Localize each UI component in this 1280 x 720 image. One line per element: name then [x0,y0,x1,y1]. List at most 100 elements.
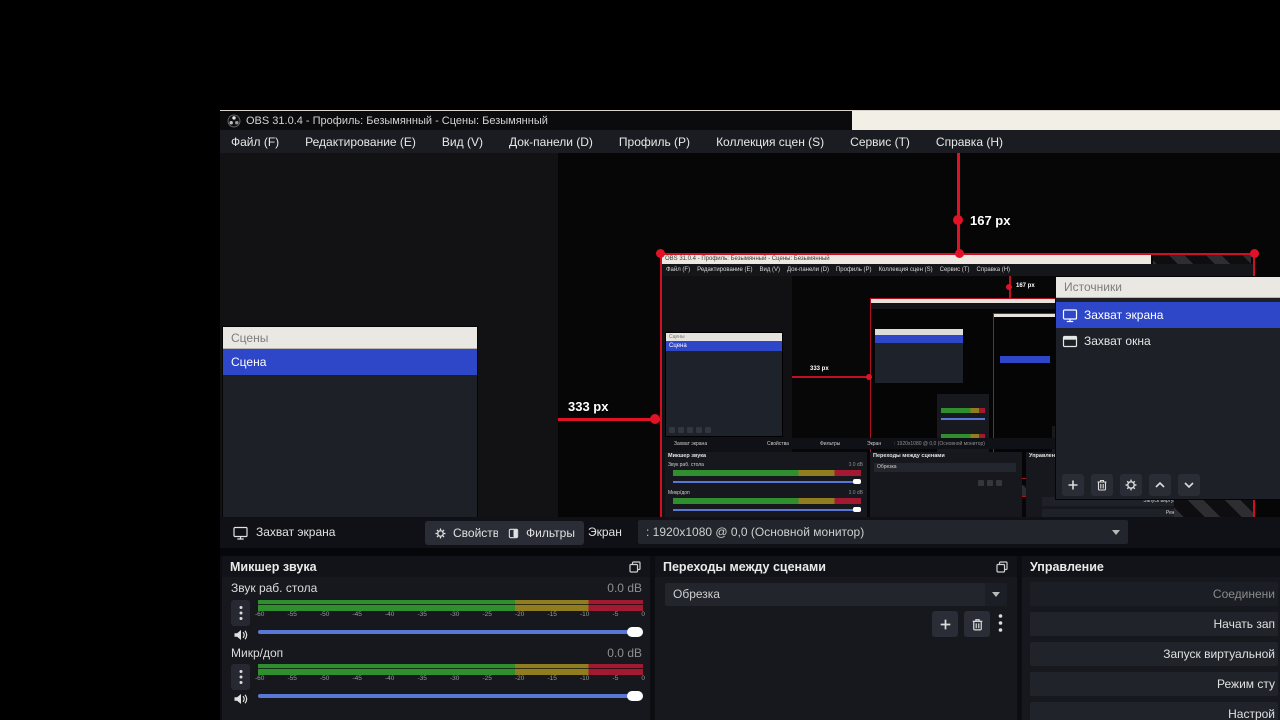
recursive-icon [987,480,993,486]
volume-slider[interactable] [258,630,643,634]
popout-dock-icon[interactable] [628,560,642,574]
screen-select-value: : 1920x1080 @ 0,0 (Основной монитор) [646,525,865,539]
selection-handle[interactable] [1250,249,1259,258]
window-icon [1062,334,1078,349]
add-source-button[interactable] [1062,474,1084,496]
mixer-dock-title: Микшер звука [230,559,317,574]
remove-transition-button[interactable] [964,611,990,637]
add-transition-button[interactable] [932,611,958,637]
transitions-dock-header[interactable]: Переходы между сценами [655,556,1017,577]
channel-menu-button[interactable] [231,600,250,626]
db-tick-label: -20 [515,675,525,682]
screen-select-dropdown[interactable]: : 1920x1080 @ 0,0 (Основной монитор) [638,520,1128,544]
selection-handle[interactable] [656,249,665,258]
recursive-mixer-header: Микшер звука [668,453,707,459]
filters-label: Фильтры [526,526,575,540]
controls-dock-header[interactable]: Управление [1022,556,1280,577]
start-recording-button[interactable]: Начать зап [1030,612,1278,636]
menu-view[interactable]: Вид (V) [442,135,483,149]
volume-slider[interactable] [258,694,643,698]
sources-toolbar [1056,470,1280,500]
move-source-up-button[interactable] [1149,474,1171,496]
chevron-down-icon [1112,530,1120,535]
recursive-scenes-dock: Сцены Сцена [665,332,783,437]
volume-slider-handle[interactable] [627,691,643,701]
speaker-icon[interactable] [231,689,250,708]
remove-source-button[interactable] [1091,474,1113,496]
menu-edit[interactable]: Редактирование (E) [305,135,416,149]
source-properties-button[interactable] [1120,474,1142,496]
popout-dock-icon[interactable] [995,560,1009,574]
move-source-down-button[interactable] [1178,474,1200,496]
menu-file[interactable]: Файл (F) [231,135,279,149]
speaker-icon[interactable] [231,625,250,644]
streaming-button[interactable]: Соединени [1030,582,1278,606]
recursive-label: Захват экрана [674,441,708,447]
titlebar[interactable]: OBS 31.0.4 - Профиль: Безымянный - Сцены… [220,110,1280,131]
source-list-item[interactable]: Захват экрана [1056,302,1280,328]
recursive-slider-handle [853,479,861,484]
recursive-dropdown: Обрезка [874,463,1016,472]
db-tick-label: -10 [580,611,590,618]
transition-menu-button[interactable] [998,613,1003,633]
screen: OBS 31.0.4 - Профиль: Безымянный - Сцены… [0,0,1280,720]
menu-docks[interactable]: Док-панели (D) [509,135,593,149]
scenes-dock-header[interactable]: Сцены [223,327,477,349]
recursive-helper-line-h [792,376,870,378]
recursive-helper-label-top: 167 px [1016,283,1035,289]
recursive-menu-item: Справка (H) [976,267,1011,273]
menu-scene-collection[interactable]: Коллекция сцен (S) [716,135,824,149]
mixer-channel-db: 0.0 dB [607,646,642,660]
recursive-label: Режим сту [1042,509,1192,517]
recursive-menu-item: Профиль (P) [835,267,872,273]
recursive-helper-label-left: 333 px [810,366,829,372]
channel-menu-button[interactable] [231,664,250,690]
recursive-menu-bar: Файл (F) Редактирование (E) Вид (V) Док-… [662,264,1253,276]
recursive-menu-item: Редактирование (E) [697,267,753,273]
sources-dock-header[interactable]: Источники [1056,277,1280,298]
recursive-icon [696,427,702,433]
transitions-dock: Переходы между сценами Обрезка [655,556,1017,720]
recursive-icon [678,427,684,433]
volume-slider-handle[interactable] [627,627,643,637]
recursive-scenes-toolbar [669,427,711,433]
titlebar-light-area [852,111,1280,131]
mixer-channel-db: 0.0 dB [607,581,642,595]
display-icon [1062,308,1078,323]
recursive-menu-item: Док-панели (D) [787,267,829,273]
menu-profile[interactable]: Профиль (P) [619,135,690,149]
recursive-ui-block [1000,356,1050,363]
scene-name: Сцена [231,355,267,369]
spacing-helper-dot [953,215,963,225]
controls-dock: Управление Соединени Начать зап Запуск в… [1022,556,1280,720]
recursive-label: 0.0 dB [848,462,863,468]
preview-area[interactable]: OBS 31.0.4 - Профиль: Безымянный - Сцены… [220,153,1280,517]
recursive-ui-block [875,343,963,383]
filters-button[interactable]: Фильтры [498,521,584,545]
studio-mode-button[interactable]: Режим сту [1030,672,1278,696]
menu-help[interactable]: Справка (H) [936,135,1003,149]
db-tick-label: -45 [352,611,362,618]
mixer-dock-header[interactable]: Микшер звука [222,556,650,577]
recursive-ui-block [875,335,963,343]
recursive-slider-handle [853,507,861,512]
db-tick-label: -35 [417,675,427,682]
db-tick-label: -5 [612,675,619,682]
recursive-icon [705,427,711,433]
recursive-menu-item: Сервис (T) [939,267,970,273]
db-tick-label: -60 [255,611,265,618]
spacing-helper-dot [650,414,660,424]
menu-tools[interactable]: Сервис (T) [850,135,910,149]
recursive-menu-item: Вид (V) [759,267,780,273]
transition-select-dropdown[interactable]: Обрезка [665,583,1007,606]
db-tick-label: -30 [450,675,460,682]
recursive-menu-item: Файл (F) [666,267,691,273]
scene-list-item[interactable]: Сцена [223,349,477,375]
settings-button[interactable]: Настрой [1030,702,1278,720]
recursive-ui-block [941,408,985,413]
dropdown-caret-box [985,583,1007,606]
spacing-helper-label-top: 167 px [970,213,1011,228]
source-list-item[interactable]: Захват окна [1056,328,1280,354]
virtual-camera-button[interactable]: Запуск виртуальной [1030,642,1278,666]
db-tick-label: -50 [320,675,330,682]
